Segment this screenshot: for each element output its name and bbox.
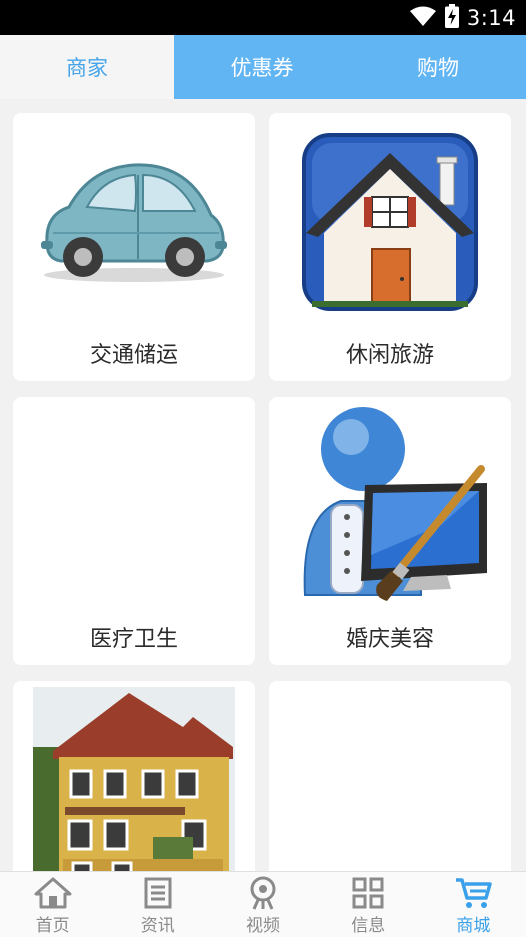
house-icon — [302, 133, 478, 315]
status-icons: 3:14 — [409, 0, 516, 35]
category-label: 休闲旅游 — [345, 343, 434, 368]
status-bar: 3:14 — [0, 0, 526, 35]
nav-label: 视频 — [246, 916, 280, 936]
tab-shopping[interactable]: 购物 — [350, 35, 526, 99]
top-tabs: 商家 优惠券 购物 — [0, 35, 526, 99]
battery-icon — [444, 3, 459, 32]
category-card-transport[interactable]: 交通储运 — [13, 113, 255, 381]
status-time: 3:14 — [466, 5, 516, 30]
building-photo — [33, 687, 235, 871]
cart-icon — [454, 876, 493, 910]
category-card-empty[interactable] — [269, 681, 511, 871]
category-label: 婚庆美容 — [345, 627, 434, 652]
nav-label: 商城 — [456, 916, 491, 936]
tab-coupons[interactable]: 优惠券 — [174, 35, 350, 99]
bottom-nav: 首页 资讯 视频 信息 商城 — [0, 871, 526, 937]
video-icon — [248, 876, 278, 910]
category-card-medical[interactable]: 医疗卫生 — [13, 397, 255, 665]
news-icon — [143, 876, 173, 910]
nav-label: 信息 — [351, 916, 386, 936]
wifi-icon — [409, 5, 437, 31]
nav-label: 资讯 — [140, 916, 175, 936]
category-card-wedding-beauty[interactable]: 婚庆美容 — [269, 397, 511, 665]
category-card-realestate[interactable] — [13, 681, 255, 871]
car-icon — [39, 155, 229, 289]
nav-video[interactable]: 视频 — [210, 872, 315, 937]
category-grid: 交通储运 休闲旅游 医疗卫生 婚庆美容 — [0, 99, 526, 871]
nav-label: 首页 — [35, 916, 70, 936]
category-card-leisure[interactable]: 休闲旅游 — [269, 113, 511, 381]
grid-icon — [352, 876, 384, 910]
nav-info[interactable]: 信息 — [316, 872, 421, 937]
nav-mall[interactable]: 商城 — [421, 872, 526, 937]
nav-home[interactable]: 首页 — [0, 872, 105, 937]
nav-news[interactable]: 资讯 — [105, 872, 210, 937]
category-label: 医疗卫生 — [89, 627, 178, 652]
home-icon — [34, 876, 72, 910]
category-label: 交通储运 — [89, 343, 178, 368]
user-paint-icon — [291, 405, 491, 609]
tab-merchants[interactable]: 商家 — [0, 35, 174, 99]
